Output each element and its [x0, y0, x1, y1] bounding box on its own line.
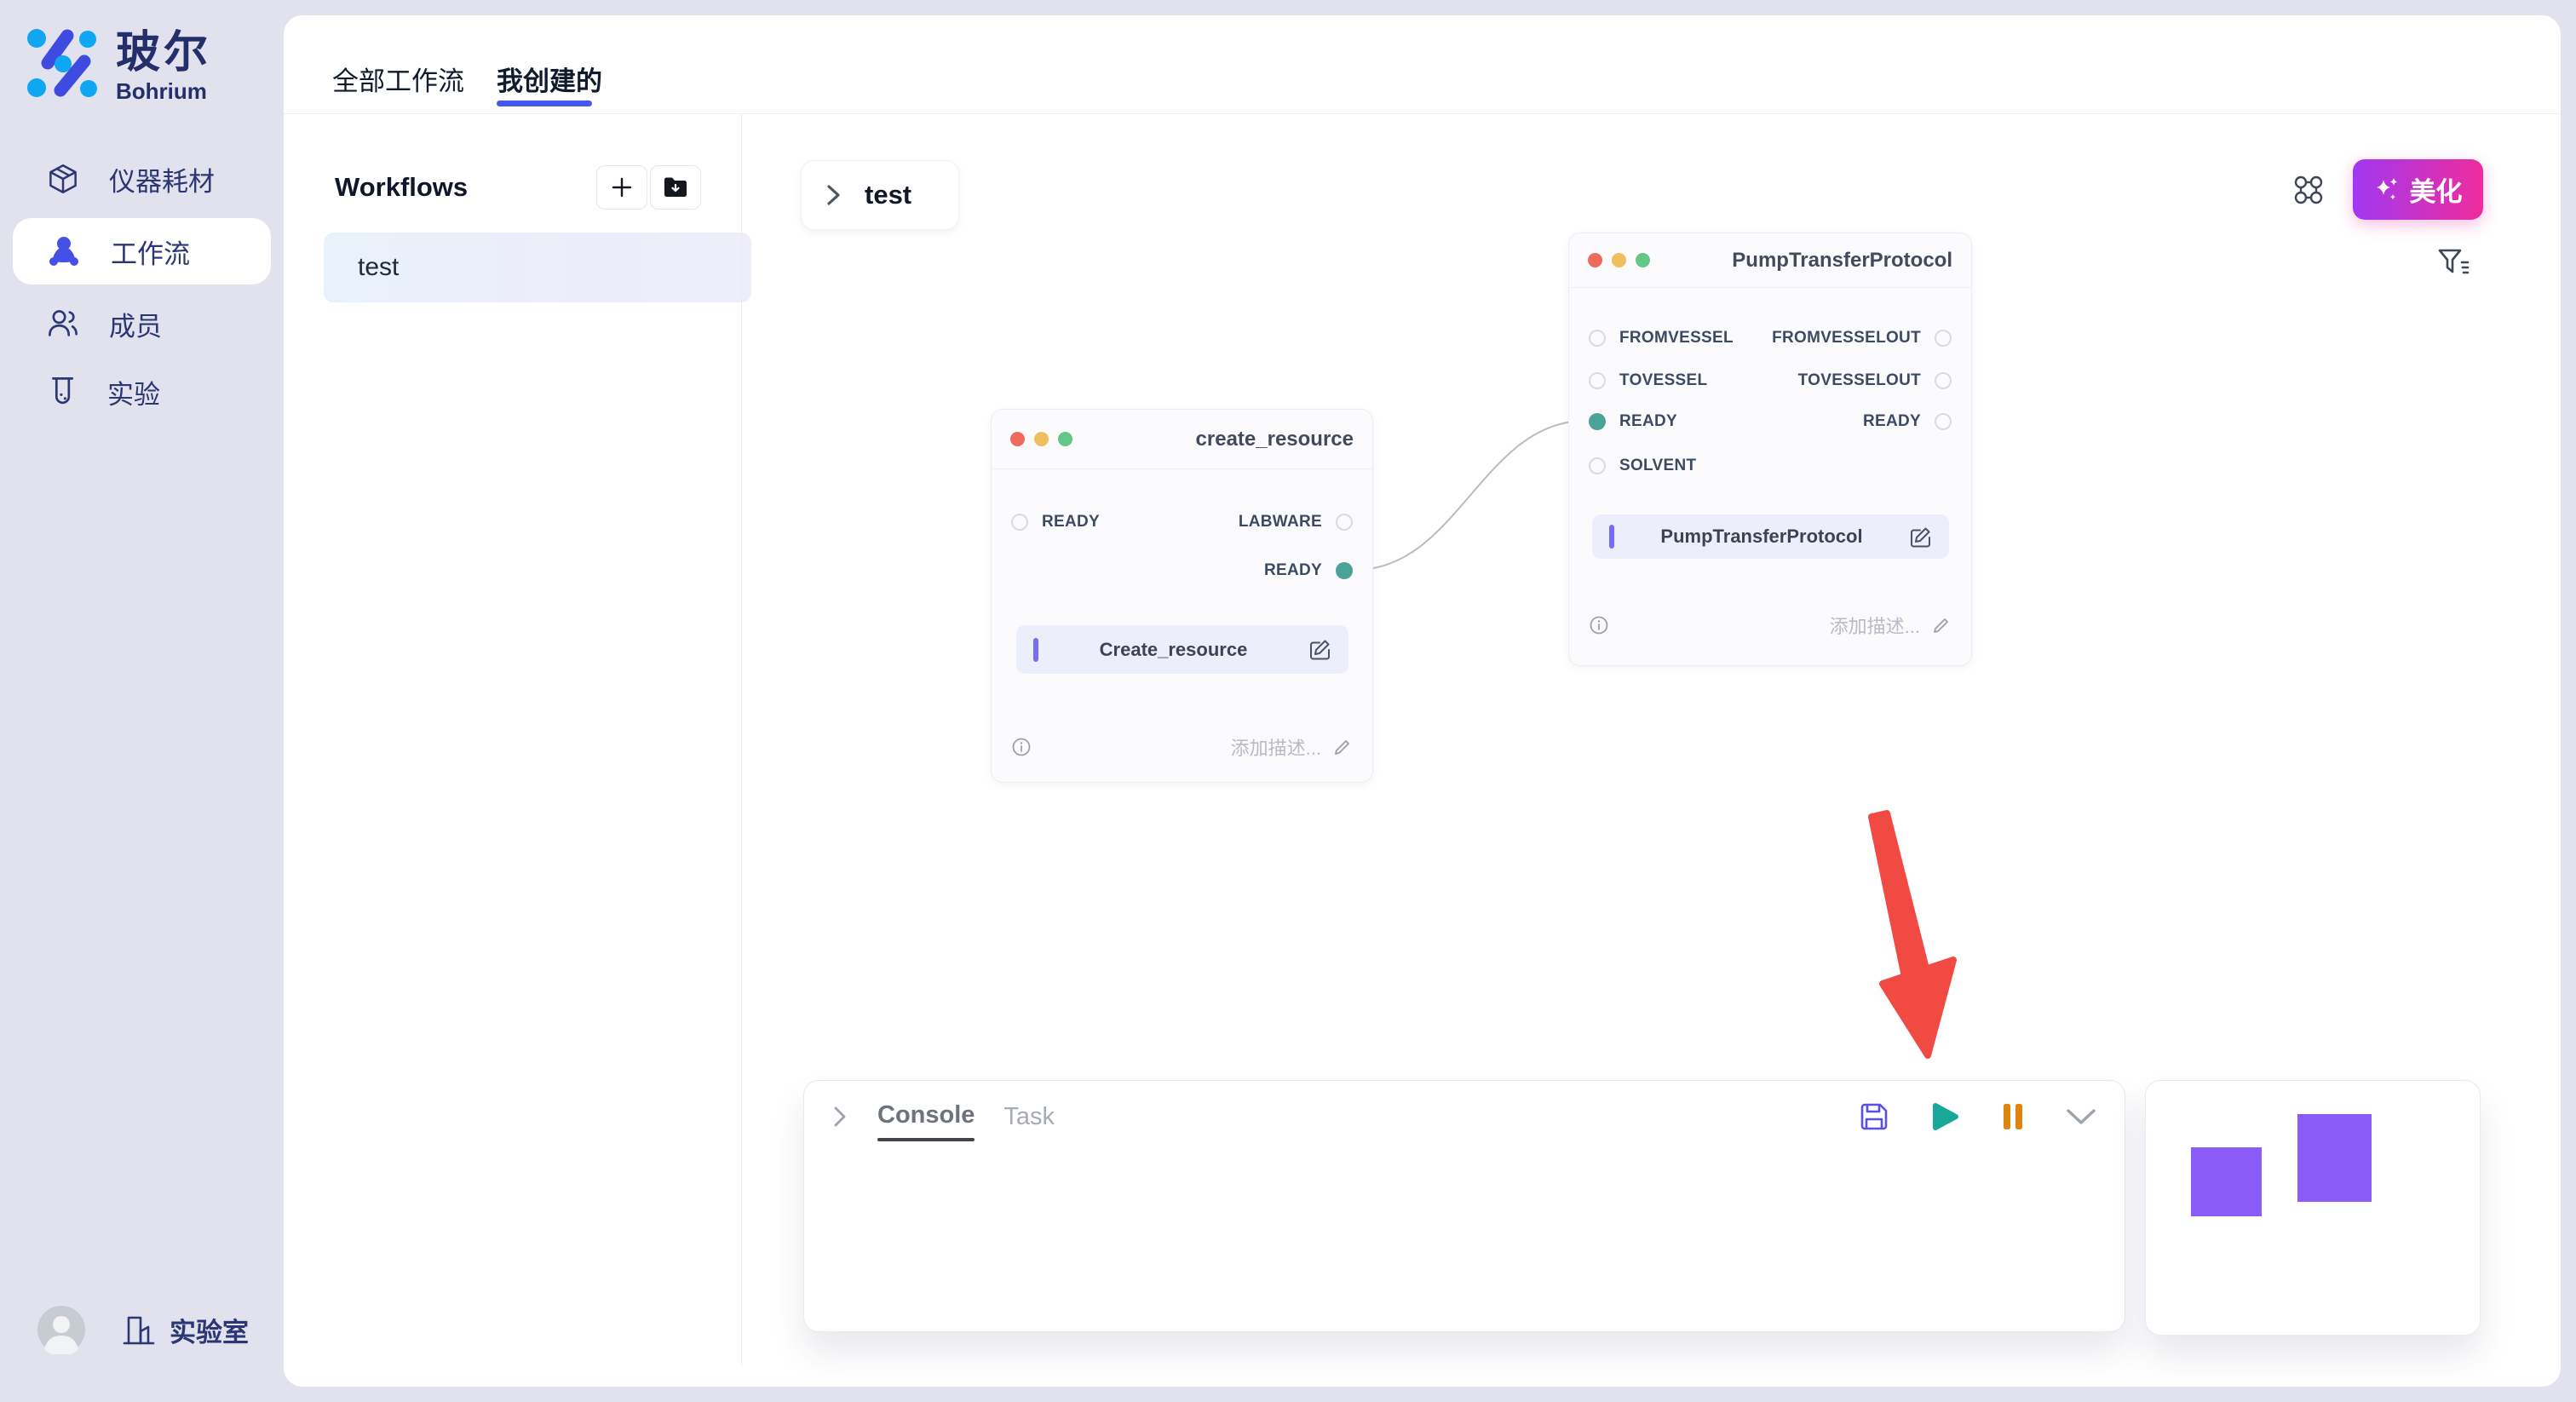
building-icon [122, 1313, 156, 1347]
sidebar: 玻尔 Bohrium 仪器耗材 [0, 0, 284, 1402]
lab-label: 实验室 [170, 1311, 249, 1349]
brand-name-en: Bohrium [116, 78, 211, 105]
members-icon [47, 308, 79, 339]
main-content: 全部工作流 我创建的 Workflows test test [284, 15, 2561, 1387]
experiment-icon [47, 376, 78, 408]
sidebar-item-instruments[interactable]: 仪器耗材 [0, 145, 284, 213]
sidebar-item-label: 成员 [109, 305, 162, 343]
sidebar-item-experiments[interactable]: 实验 [0, 358, 284, 426]
sidebar-menu: 仪器耗材 工作流 [0, 145, 284, 426]
lab-switcher[interactable]: 实验室 [122, 1311, 249, 1349]
sidebar-item-label: 仪器耗材 [109, 160, 215, 198]
user-avatar[interactable] [37, 1305, 86, 1354]
sidebar-footer: 实验室 [37, 1305, 249, 1354]
sidebar-item-members[interactable]: 成员 [0, 290, 284, 358]
sidebar-item-workflows[interactable]: 工作流 [13, 218, 271, 284]
package-icon [47, 164, 79, 194]
workflow-icon [47, 235, 81, 267]
bohrium-logo-icon [27, 29, 97, 97]
annotation-arrow [284, 15, 2561, 1387]
brand-name-zh: 玻尔 [116, 29, 211, 77]
sidebar-item-label: 工作流 [111, 233, 190, 271]
brand-logo[interactable]: 玻尔 Bohrium [27, 29, 211, 105]
sidebar-item-label: 实验 [107, 373, 160, 411]
